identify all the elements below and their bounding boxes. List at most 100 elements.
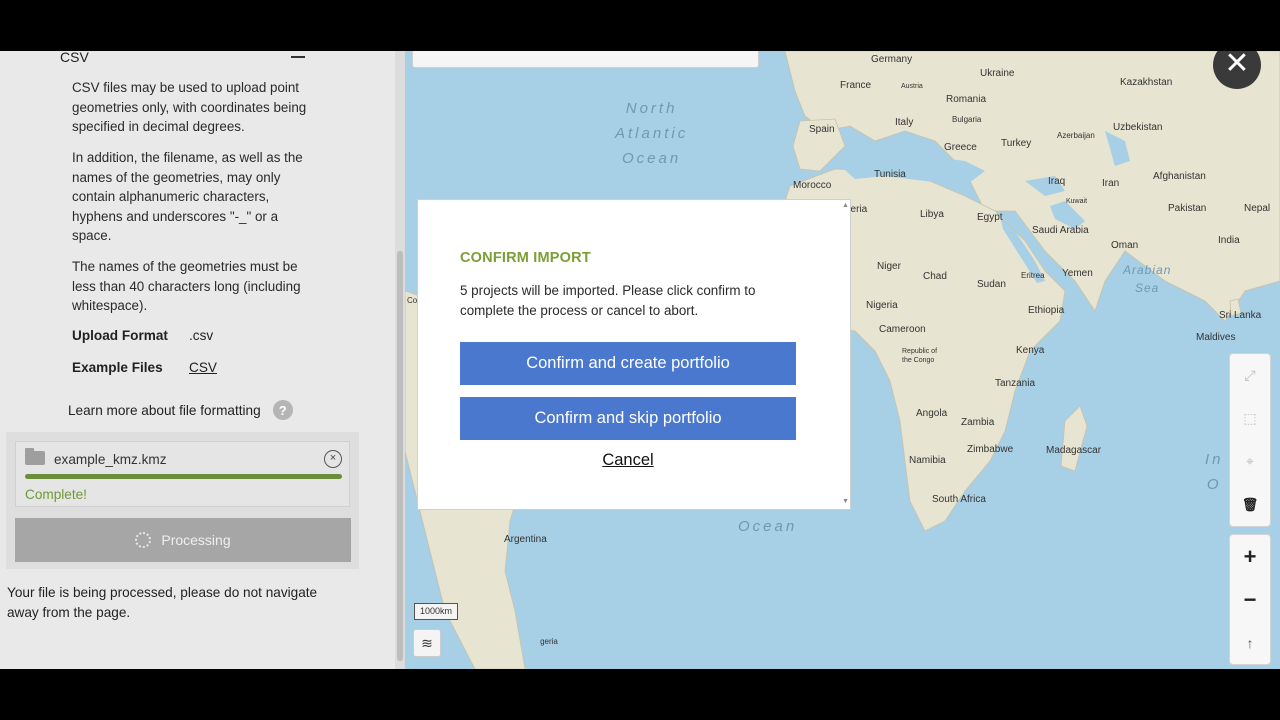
map-label: Egypt — [977, 212, 1003, 223]
map-label: Ukraine — [980, 68, 1015, 79]
map-label: Turkey — [1001, 138, 1032, 149]
dialog-message: 5 projects will be imported. Please clic… — [460, 283, 756, 318]
map-label: Republic of the Congo — [902, 348, 938, 364]
spinner-icon — [135, 532, 152, 548]
map-label: Sri Lanka — [1219, 310, 1262, 321]
map-label: India — [1218, 235, 1240, 246]
draw-point-icon[interactable]: ⌖ — [1230, 440, 1270, 483]
map-label: Pakistan — [1168, 203, 1207, 214]
delete-shape-icon[interactable]: 🗑 — [1230, 483, 1270, 526]
processing-note: Your file is being processed, please do … — [7, 585, 318, 620]
map-label: France — [840, 80, 872, 91]
map-label: Iraq — [1048, 176, 1066, 187]
map-label: Italy — [895, 117, 914, 128]
map-label: Kenya — [1016, 345, 1045, 356]
learn-more-text: Learn more about file formatting — [68, 402, 261, 418]
letterbox-top — [0, 0, 1280, 51]
learn-more-row: Learn more about file formatting ? — [68, 400, 293, 420]
zoom-controls: + − ↑ — [1229, 534, 1271, 665]
map-label: Austria — [901, 83, 923, 90]
map-label: Uzbekistan — [1113, 122, 1163, 133]
map-label: Nigeria — [866, 300, 898, 311]
map-label: Kazakhstan — [1120, 77, 1173, 88]
confirm-import-dialog: CONFIRM IMPORT 5 projects will be import… — [417, 199, 851, 510]
map-label: Kuwait — [1066, 198, 1088, 205]
example-files-label: Example Files — [72, 360, 163, 375]
collapse-icon[interactable] — [291, 56, 305, 58]
map-scale-bar: 1000km — [414, 603, 458, 620]
letterbox-bottom — [0, 669, 1280, 720]
csv-description: CSV files may be used to upload point ge… — [72, 80, 307, 134]
upload-progress-bar — [25, 474, 342, 479]
left-panel-scroll-thumb[interactable] — [397, 251, 403, 661]
map-label: Bulgaria — [952, 115, 982, 124]
map-label: Germany — [871, 54, 913, 65]
scroll-up-icon[interactable]: ▲ — [842, 202, 849, 209]
map-label: Cameroon — [879, 324, 926, 335]
map-label: Tunisia — [874, 169, 906, 180]
map-label: Niger — [877, 261, 901, 272]
upload-panel: CSV CSV files may be used to upload poin… — [0, 51, 405, 669]
dialog-scrollbar[interactable]: ▲ ▼ — [840, 200, 850, 509]
map-label: Maldives — [1196, 332, 1236, 343]
zoom-in-button[interactable]: + — [1230, 535, 1270, 578]
compass-icon[interactable]: ↑ — [1230, 621, 1270, 664]
processing-label: Processing — [161, 532, 231, 548]
edit-shape-icon[interactable]: ⤢ — [1230, 354, 1270, 397]
confirm-skip-portfolio-button[interactable]: Confirm and skip portfolio — [460, 397, 796, 440]
upload-progress-fill — [25, 474, 342, 479]
map-label: geria — [540, 637, 558, 646]
dialog-title: CONFIRM IMPORT — [460, 250, 591, 266]
cancel-link[interactable]: Cancel — [418, 451, 838, 470]
ocean-south-partial: Ocean — [738, 518, 798, 535]
map-label: Namibia — [909, 455, 946, 466]
map-label: Iran — [1102, 178, 1120, 189]
upload-format-value: .csv — [189, 328, 214, 343]
map-label: Zambia — [961, 417, 995, 428]
map-label: Oman — [1111, 240, 1139, 251]
map-label: Zimbabwe — [967, 444, 1014, 455]
example-files-row: Example Files CSV — [72, 360, 217, 375]
map-label: Argentina — [504, 534, 547, 545]
filename-rules: In addition, the filename, as well as th… — [72, 150, 303, 243]
help-icon[interactable]: ? — [272, 400, 293, 420]
zoom-out-button[interactable]: − — [1230, 578, 1270, 621]
map-label: Romania — [946, 94, 987, 105]
file-status: Complete! — [25, 487, 87, 502]
file-card: example_kmz.kmz × Complete! — [15, 441, 350, 507]
example-csv-link[interactable]: CSV — [189, 360, 217, 375]
layers-icon[interactable]: ≋ — [413, 629, 441, 657]
file-name: example_kmz.kmz — [54, 452, 167, 467]
map-label: Saudi Arabia — [1032, 225, 1089, 236]
left-panel-scrollbar[interactable] — [395, 51, 405, 669]
name-length-rule: The names of the geometries must be less… — [72, 259, 301, 313]
scroll-down-icon[interactable]: ▼ — [842, 498, 849, 505]
map-label: Yemen — [1062, 268, 1093, 279]
ocean-indian-partial: In O — [1205, 451, 1224, 493]
map-label: Nepal — [1244, 203, 1271, 214]
map-label: Angola — [916, 408, 948, 419]
map-label: Morocco — [793, 180, 832, 191]
map-label: Libya — [920, 209, 944, 220]
map-label: Afghanistan — [1153, 171, 1206, 182]
map-label: Madagascar — [1046, 445, 1102, 456]
ocean-north-atlantic: North Atlantic Ocean — [615, 100, 689, 167]
map-label: Chad — [923, 271, 947, 282]
map-label: Greece — [944, 142, 977, 153]
map-label: Azerbaijan — [1057, 131, 1095, 140]
ocean-arabian-sea: Arabian Sea — [1123, 263, 1172, 295]
csv-section-title: CSV — [60, 51, 89, 65]
map-label: Eritrea — [1021, 271, 1045, 280]
confirm-create-portfolio-button[interactable]: Confirm and create portfolio — [460, 342, 796, 385]
map-search-input[interactable] — [412, 51, 759, 68]
upload-box: example_kmz.kmz × Complete! Processing — [6, 432, 359, 569]
map-label: Tanzania — [995, 378, 1036, 389]
map-label: South Africa — [932, 494, 986, 505]
folder-icon — [25, 448, 45, 465]
draw-polygon-icon[interactable]: ⬚ — [1230, 397, 1270, 440]
remove-file-icon[interactable]: × — [324, 450, 342, 468]
csv-section-header[interactable]: CSV — [60, 51, 305, 65]
processing-button[interactable]: Processing — [15, 518, 351, 562]
upload-format-label: Upload Format — [72, 328, 168, 343]
map-label: Sudan — [977, 279, 1006, 290]
